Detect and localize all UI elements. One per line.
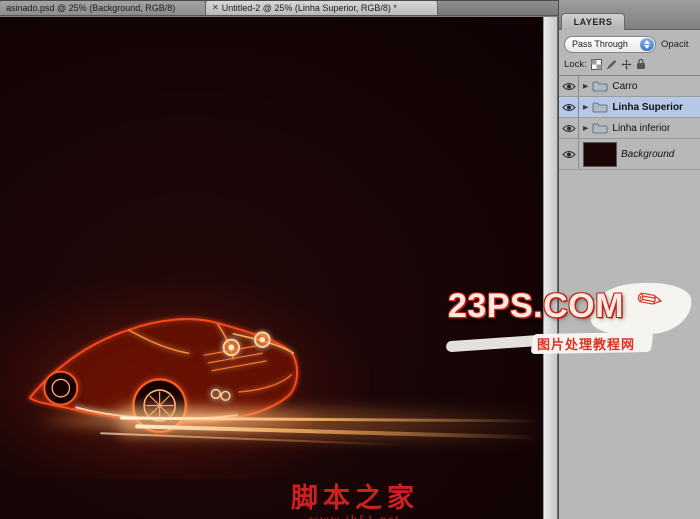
footer-site-name: 脚本之家 — [291, 483, 419, 513]
layer-name[interactable]: Linha inferior — [612, 123, 670, 134]
layer-row-linha-superior[interactable]: ▶ Linha Superior — [559, 97, 700, 118]
eye-icon — [561, 82, 576, 90]
expand-arrow-icon[interactable]: ▶ — [583, 103, 588, 110]
visibility-toggle[interactable] — [559, 97, 579, 117]
visibility-toggle[interactable] — [559, 76, 579, 96]
blend-mode-value: Pass Through — [572, 39, 628, 49]
move-arrows-icon — [621, 59, 632, 69]
watermark-brand: 23PS.COM — [448, 287, 624, 325]
tab-bar-filler — [438, 1, 558, 15]
panel-body: Pass Through Opacit Lock: ▶ Carro ▶ Linh… — [559, 30, 700, 519]
tab-label: Untitled-2 @ 25% (Linha Superior, RGB/8)… — [221, 3, 397, 13]
folder-icon — [592, 123, 608, 133]
eye-icon — [561, 124, 576, 132]
layer-row-background[interactable]: Background — [559, 139, 700, 170]
eye-icon — [561, 103, 576, 111]
tab-label: asinado.psd @ 25% (Background, RGB/8) — [6, 3, 176, 13]
paint-splash — [445, 334, 545, 353]
layer-name[interactable]: Linha Superior — [612, 102, 683, 113]
stepper-icon[interactable] — [640, 38, 654, 51]
document-canvas[interactable]: 脚本之家 www.jb51.net — [0, 17, 543, 519]
visibility-toggle[interactable] — [559, 118, 579, 138]
document-tab-bar: asinado.psd @ 25% (Background, RGB/8) ✕ … — [0, 0, 558, 16]
close-icon[interactable]: ✕ — [212, 4, 219, 12]
watermark-caption: 图片处理教程网 — [537, 337, 636, 352]
photoshop-window: asinado.psd @ 25% (Background, RGB/8) ✕ … — [0, 0, 700, 519]
layer-row-carro[interactable]: ▶ Carro — [559, 76, 700, 97]
folder-icon — [592, 102, 608, 112]
lock-all-button[interactable] — [636, 58, 646, 70]
lock-transparency-button[interactable] — [590, 58, 602, 70]
expand-arrow-icon[interactable]: ▶ — [583, 82, 588, 89]
checkerboard-icon — [590, 58, 602, 70]
footer-site-url: www.jb51.net — [309, 512, 401, 519]
layers-panel: LAYERS Pass Through Opacit Lock: ▶ Carro… — [558, 0, 700, 519]
layer-row-linha-inferior[interactable]: ▶ Linha inferior — [559, 118, 700, 139]
layer-thumbnail[interactable] — [583, 141, 617, 167]
padlock-icon — [636, 58, 645, 69]
tutorial-watermark: 23PS.COM ✎ 图片处理教程网 — [440, 277, 698, 368]
folder-icon — [592, 81, 608, 91]
tab-document-1[interactable]: asinado.psd @ 25% (Background, RGB/8) — [0, 1, 206, 15]
brush-icon — [606, 59, 616, 69]
opacity-label: Opacit — [661, 39, 689, 50]
site-footer-mark: 脚本之家 www.jb51.net — [240, 484, 470, 519]
tab-layers[interactable]: LAYERS — [561, 13, 625, 30]
layer-name[interactable]: Carro — [612, 81, 637, 92]
visibility-toggle[interactable] — [559, 139, 579, 169]
panel-header: LAYERS — [559, 0, 700, 30]
tab-document-2[interactable]: ✕ Untitled-2 @ 25% (Linha Superior, RGB/… — [206, 1, 438, 15]
lock-pixels-button[interactable] — [606, 59, 617, 70]
layer-list: ▶ Carro ▶ Linha Superior ▶ Linha inferio… — [559, 76, 700, 170]
eye-icon — [561, 150, 576, 158]
lock-label: Lock: — [564, 58, 587, 70]
layer-name[interactable]: Background — [621, 149, 674, 160]
blend-mode-row: Pass Through Opacit — [559, 30, 700, 57]
lock-position-button[interactable] — [621, 59, 632, 70]
lock-row: Lock: — [559, 57, 700, 76]
canvas-scrollbar[interactable] — [543, 17, 558, 519]
blend-mode-select[interactable]: Pass Through — [564, 36, 656, 53]
expand-arrow-icon[interactable]: ▶ — [583, 124, 588, 131]
